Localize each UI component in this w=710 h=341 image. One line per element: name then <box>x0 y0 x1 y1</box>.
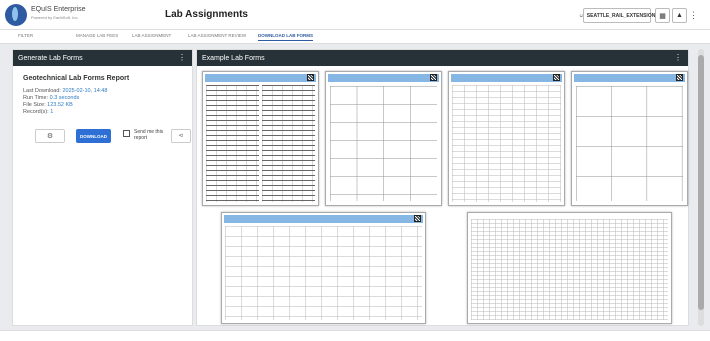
records-label: Record(s): <box>23 109 49 115</box>
qr-code-icon <box>307 74 314 81</box>
form-header <box>328 74 439 82</box>
panel-menu-icon[interactable]: ⋮ <box>674 53 682 62</box>
bell-button[interactable]: ▲ <box>672 8 687 23</box>
run-time-label: Run Time: <box>23 95 49 101</box>
tab-filter[interactable]: FILTER <box>18 33 33 38</box>
tab-lab-assignment-review[interactable]: LAB ASSIGNMENT REVIEW <box>188 33 246 38</box>
send-report-checkbox[interactable] <box>123 130 130 137</box>
file-size: File Size: 123.52 KB <box>23 102 73 108</box>
lab-form-thumbnail[interactable] <box>571 71 688 206</box>
panel-header: Generate Lab Forms ⋮ <box>13 50 192 66</box>
lab-form-thumbnail[interactable] <box>467 212 672 324</box>
form-fields <box>330 86 437 201</box>
last-download-value: 2025-02-10, 14:48 <box>62 88 108 94</box>
run-time-value: 0.3 seconds <box>49 95 80 101</box>
tab-download-lab-forms[interactable]: DOWNLOAD LAB FORMS <box>258 33 313 41</box>
example-lab-forms-panel: Example Lab Forms ⋮ <box>196 49 689 326</box>
form-table <box>225 226 422 320</box>
send-report-label: Send me this report <box>134 129 164 141</box>
bottom-bar <box>0 330 710 341</box>
form-fields <box>576 86 683 201</box>
person-icon: ☺ <box>578 12 584 19</box>
tab-bar: FILTER MANAGE LAB FEES LAB ASSIGNMENT LA… <box>0 30 710 44</box>
share-icon: ⪦ <box>179 132 183 139</box>
file-size-label: File Size: <box>23 102 46 108</box>
form-header <box>451 74 562 82</box>
panel-title: Generate Lab Forms <box>18 54 83 62</box>
lab-form-thumbnail[interactable] <box>202 71 319 206</box>
grid-button[interactable]: ▦ <box>655 8 670 23</box>
form-table <box>262 85 315 202</box>
tab-lab-assignment[interactable]: LAB ASSIGNMENT <box>132 33 171 38</box>
download-button[interactable]: DOWNLOAD <box>76 129 111 143</box>
qr-code-icon <box>414 215 421 222</box>
qr-code-icon <box>430 74 437 81</box>
form-table <box>206 85 259 202</box>
run-time: Run Time: 0.3 seconds <box>23 95 79 101</box>
lab-form-thumbnail[interactable] <box>325 71 442 206</box>
last-download: Last Download: 2025-02-10, 14:48 <box>23 88 107 94</box>
qr-code-icon <box>676 74 683 81</box>
settings-button[interactable]: ⚙ <box>35 129 65 143</box>
more-menu-icon[interactable]: ⋮ <box>689 10 698 21</box>
page-title: Lab Assignments <box>165 9 248 20</box>
form-header <box>205 74 316 82</box>
grid-icon: ▦ <box>659 12 666 20</box>
scrollbar[interactable] <box>698 49 704 326</box>
qr-code-icon <box>553 74 560 81</box>
share-button[interactable]: ⪦ <box>171 129 191 143</box>
form-table <box>452 85 561 202</box>
panel-title: Example Lab Forms <box>202 54 265 62</box>
lab-form-thumbnail[interactable] <box>221 212 426 324</box>
project-button[interactable]: ☺ SEATTLE_RAIL_EXTENSION <box>579 8 655 23</box>
tab-manage-lab-fees[interactable]: MANAGE LAB FEES <box>76 33 118 38</box>
form-header <box>574 74 685 82</box>
scrollbar-thumb[interactable] <box>698 55 704 310</box>
file-size-value: 123.52 KB <box>47 102 73 108</box>
gear-icon: ⚙ <box>46 133 54 140</box>
form-table <box>471 219 668 320</box>
top-bar: EQuIS Enterprise Powered by EarthSoft, I… <box>0 0 710 30</box>
records: Record(s): 1 <box>23 109 53 115</box>
brand-name: EQuIS Enterprise <box>31 6 86 13</box>
panel-header: Example Lab Forms ⋮ <box>197 50 688 66</box>
panel-menu-icon[interactable]: ⋮ <box>178 53 186 62</box>
project-button-label: SEATTLE_RAIL_EXTENSION <box>586 12 656 19</box>
brand-subtitle: Powered by EarthSoft, Inc. <box>31 15 79 20</box>
brand: EQuIS Enterprise Powered by EarthSoft, I… <box>31 6 85 22</box>
app-logo[interactable] <box>5 4 27 26</box>
generate-lab-forms-panel: Generate Lab Forms ⋮ Geotechnical Lab Fo… <box>12 49 193 326</box>
lab-form-thumbnail[interactable] <box>448 71 565 206</box>
bell-icon: ▲ <box>676 12 683 19</box>
form-header <box>224 215 423 223</box>
last-download-label: Last Download: <box>23 88 61 94</box>
report-title: Geotechnical Lab Forms Report <box>23 75 130 82</box>
records-value: 1 <box>50 109 54 115</box>
